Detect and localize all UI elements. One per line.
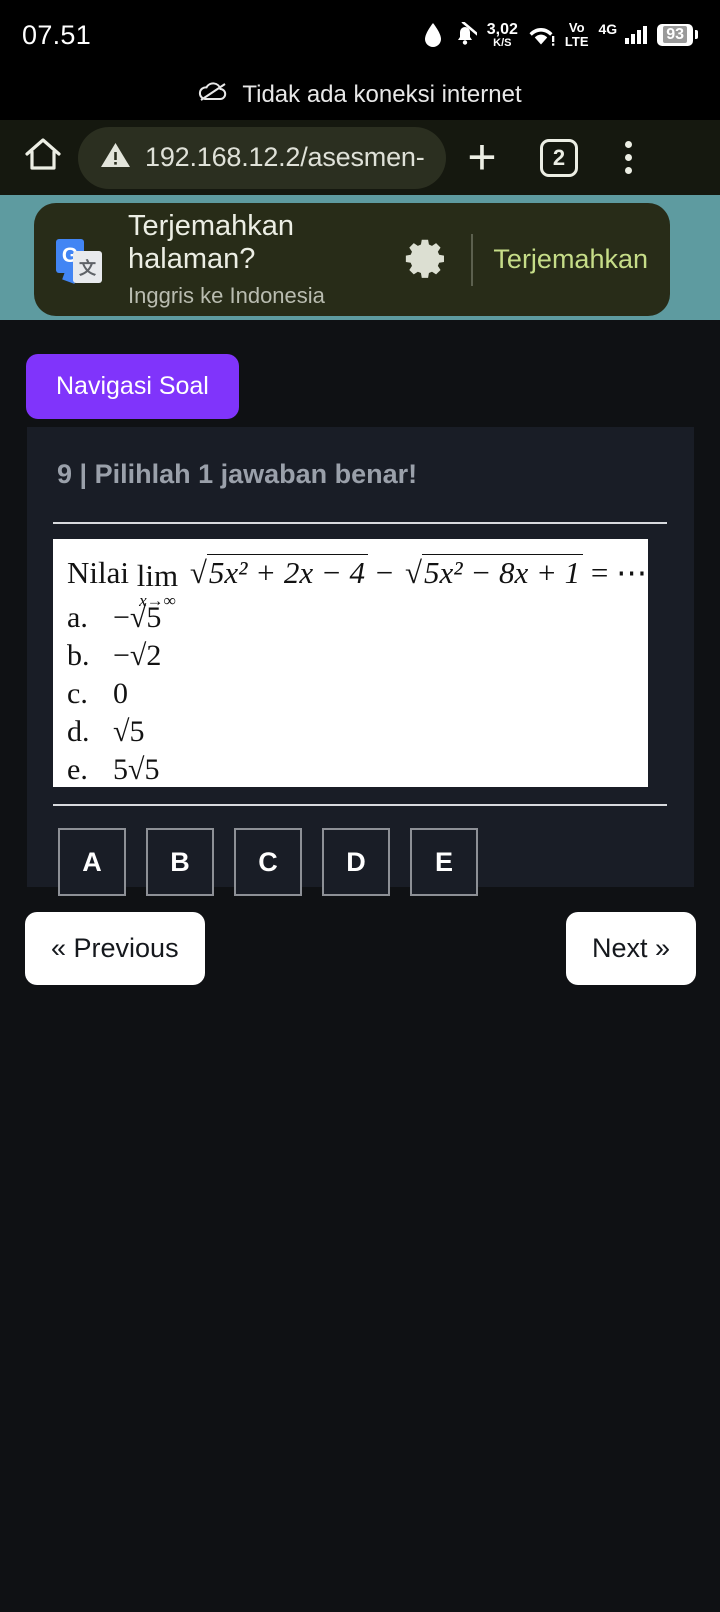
answer-button-a[interactable]: A [58,828,126,896]
warning-triangle-icon[interactable] [100,141,131,174]
formula-prefix: Nilai [67,555,129,590]
network-speed-unit: K/S [493,36,512,49]
limit-operator: lim x→∞ [136,557,179,610]
translate-banner-title: Terjemahkan halaman? [128,209,295,275]
option-b: b. −√2 [67,639,162,672]
url-bar[interactable]: 192.168.12.2/asesmen-kerja [78,126,446,189]
translate-banner-subtitle: Inggris ke Indonesia [128,283,325,309]
question-panel: 9 | Pilihlah 1 jawaban benar! Nilai lim … [27,427,694,896]
battery-percent: 93 [663,25,687,43]
volte-bottom: LTE [564,34,589,49]
volte-top: Vo [568,20,585,36]
web-page-content: G 文 Terjemahkan halaman? Inggris ke Indo… [0,195,720,1612]
tab-count-badge: 2 [540,138,578,177]
translate-settings-button[interactable] [399,236,451,283]
answer-button-b[interactable]: B [146,828,214,896]
status-bar: 07.51 3,02 K/S Vo LTE 4G 93 [0,0,720,70]
network-generation-label: 4G [598,21,618,38]
home-button[interactable] [14,136,72,179]
radical-1: √5x² + 2x − 4 [186,554,369,591]
translate-banner-divider [471,233,474,286]
previous-button[interactable]: « Previous [25,912,205,985]
cloud-off-icon [198,81,228,110]
option-a: a. −√5 [67,601,162,634]
answer-button-d[interactable]: D [322,828,390,896]
signal-bars-icon [625,26,648,44]
question-formula: Nilai lim x→∞ √5x² + 2x − 4 − √5x² − 8x … [67,554,648,610]
google-translate-icon: G 文 [56,237,102,283]
bell-muted-icon [453,22,477,48]
question-header: 9 | Pilihlah 1 jawaban benar! [57,459,418,489]
tab-switcher-button[interactable]: 2 [518,138,600,177]
network-speed-indicator: 3,02 K/S [486,20,518,49]
volte-indicator: Vo LTE [565,21,589,48]
url-text: 192.168.12.2/asesmen-kerja [145,142,424,172]
question-divider-top [53,522,667,524]
overflow-menu-icon [624,141,632,148]
phone-screen: 07.51 3,02 K/S Vo LTE 4G 93 Tidak ada ko… [0,0,720,1612]
next-button[interactable]: Next » [565,912,696,985]
wifi-alert-icon [528,23,555,47]
radical-2: √5x² − 8x + 1 [401,554,584,591]
formula-minus: − [375,555,394,590]
water-drop-icon [423,22,443,48]
translate-banner-text: Terjemahkan halaman? Inggris ke Indonesi… [128,210,399,310]
translate-banner[interactable]: G 文 Terjemahkan halaman? Inggris ke Indo… [34,203,670,316]
option-e: e. 5√5 [67,753,160,786]
gear-icon [404,236,446,283]
home-icon [23,136,63,179]
offline-notice-text: Tidak ada koneksi internet [242,81,522,108]
answer-button-e[interactable]: E [410,828,478,896]
offline-notice: Tidak ada koneksi internet [0,70,720,120]
overflow-menu-button[interactable] [600,141,656,174]
option-d: d. √5 [67,715,145,748]
status-clock: 07.51 [22,19,92,50]
plus-icon: + [467,129,497,185]
network-speed-value: 3,02 [486,20,518,38]
option-c: c. 0 [67,677,128,710]
translate-action-button[interactable]: Terjemahkan [493,244,648,275]
answer-choice-row: A B C D E [27,806,694,896]
status-icons: 3,02 K/S Vo LTE 4G 93 [423,21,698,48]
new-tab-button[interactable]: + [446,129,518,185]
navigasi-soal-button[interactable]: Navigasi Soal [26,354,239,419]
question-image: Nilai lim x→∞ √5x² + 2x − 4 − √5x² − 8x … [53,539,648,787]
browser-toolbar: 192.168.12.2/asesmen-kerja + 2 [0,120,720,195]
answer-button-c[interactable]: C [234,828,302,896]
battery-icon: 93 [657,23,698,47]
formula-tail: = ⋯ [590,555,648,590]
